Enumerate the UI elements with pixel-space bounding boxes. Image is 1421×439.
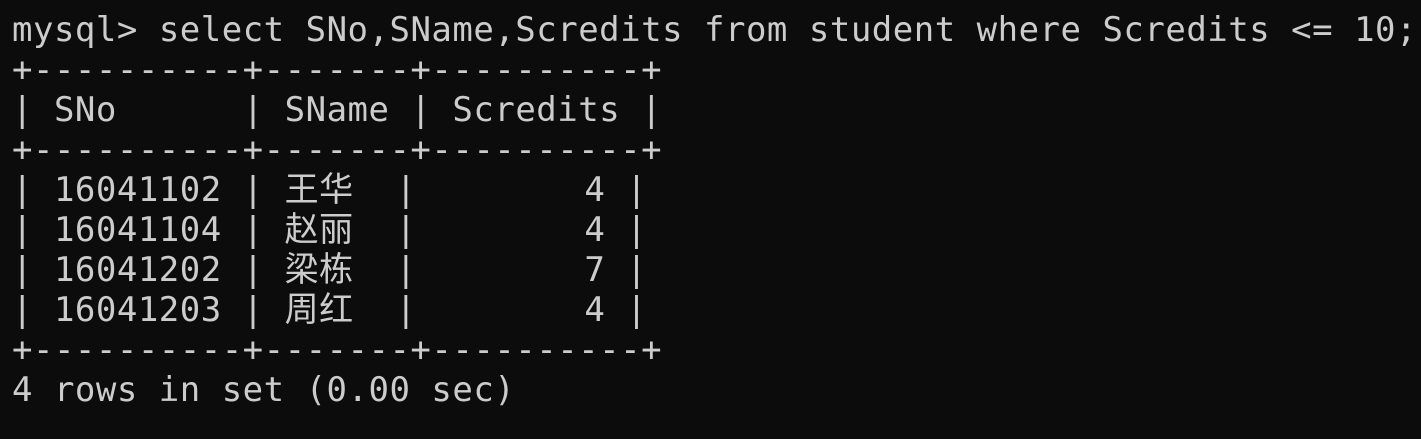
column-header-scredits: Scredits: [452, 90, 621, 130]
cell-scredits: 4: [584, 210, 606, 250]
result-summary: 4 rows in set (0.00 sec): [12, 370, 516, 410]
table-header-row: | SNo | SName | Scredits |: [12, 90, 663, 130]
cell-sname: 赵丽: [284, 210, 354, 250]
table-row: | 16041104 | 赵丽 | 4 |: [12, 210, 648, 250]
command-line: mysql> select SNo,SName,Scredits from st…: [12, 10, 1417, 50]
cell-sname: 周红: [284, 290, 354, 330]
cell-sno: 16041102: [53, 170, 222, 210]
cell-scredits: 7: [584, 250, 606, 290]
cell-sname: 王华: [284, 170, 354, 210]
table-border-bottom: +----------+-------+----------+: [12, 330, 663, 370]
cell-sno: 16041203: [53, 290, 222, 330]
terminal-window[interactable]: mysql> select SNo,SName,Scredits from st…: [0, 0, 1421, 439]
cell-sno: 16041104: [53, 210, 222, 250]
cell-scredits: 4: [584, 170, 606, 210]
cell-sno: 16041202: [53, 250, 222, 290]
table-row: | 16041203 | 周红 | 4 |: [12, 290, 648, 330]
cell-scredits: 4: [584, 290, 606, 330]
table-row: | 16041102 | 王华 | 4 |: [12, 170, 648, 210]
table-border-header: +----------+-------+----------+: [12, 130, 663, 170]
cell-sname: 梁栋: [284, 250, 354, 290]
table-border-top: +----------+-------+----------+: [12, 50, 663, 90]
sql-command: select SNo,SName,Scredits from student w…: [158, 10, 1417, 50]
column-header-sno: SNo: [53, 90, 117, 130]
mysql-prompt: mysql>: [12, 10, 138, 50]
table-row: | 16041202 | 梁栋 | 7 |: [12, 250, 648, 290]
column-header-sname: SName: [284, 90, 390, 130]
